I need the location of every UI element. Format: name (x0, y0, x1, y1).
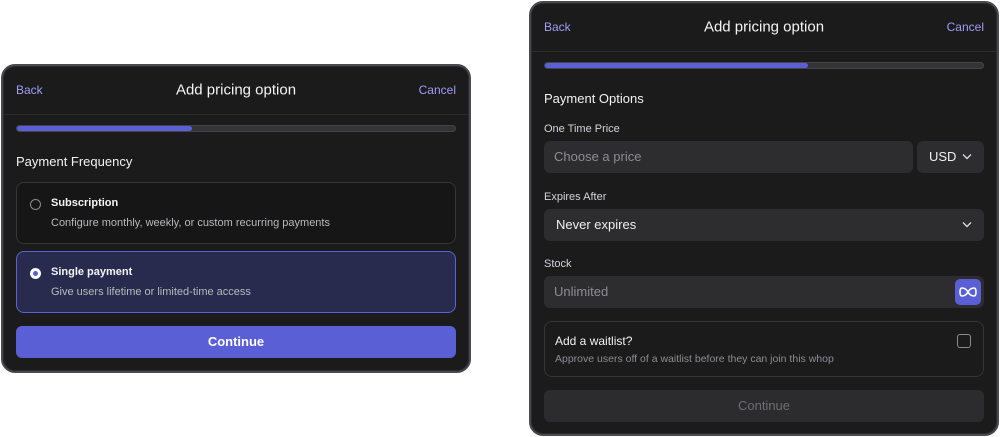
dialog-header: Back Add pricing option Cancel (531, 3, 997, 51)
waitlist-description: Approve users off of a waitlist before t… (555, 353, 834, 365)
stock-label: Stock (544, 258, 572, 270)
progress-bar (16, 125, 456, 132)
header-divider (531, 51, 997, 52)
option-description: Give users lifetime or limited-time acce… (51, 286, 251, 298)
expires-after-label: Expires After (544, 191, 607, 203)
expires-after-select[interactable]: Never expires (544, 209, 984, 241)
cancel-link[interactable]: Cancel (419, 83, 456, 97)
dialog-header: Back Add pricing option Cancel (3, 66, 469, 114)
continue-button[interactable]: Continue (16, 326, 456, 358)
price-placeholder: Choose a price (554, 149, 642, 164)
progress-fill (17, 126, 193, 131)
stock-input[interactable]: Unlimited (544, 276, 984, 308)
currency-select[interactable]: USD (917, 141, 984, 173)
option-description: Configure monthly, weekly, or custom rec… (51, 217, 330, 229)
chevron-down-icon (962, 153, 972, 160)
dialog-title: Add pricing option (175, 81, 297, 99)
option-single-payment[interactable]: Single payment Give users lifetime or li… (16, 251, 456, 313)
waitlist-checkbox[interactable] (957, 334, 971, 348)
waitlist-card: Add a waitlist? Approve users off of a w… (544, 321, 984, 377)
progress-bar (544, 62, 984, 69)
infinity-icon[interactable] (955, 279, 981, 305)
header-divider (3, 114, 469, 115)
price-input[interactable]: Choose a price (544, 141, 913, 173)
section-title: Payment Options (544, 91, 644, 106)
progress-fill (545, 63, 808, 68)
option-title: Subscription (51, 197, 119, 209)
stock-placeholder: Unlimited (554, 284, 609, 299)
cancel-link[interactable]: Cancel (947, 20, 984, 34)
expires-value: Never expires (556, 217, 637, 232)
one-time-price-label: One Time Price (544, 123, 620, 135)
waitlist-title: Add a waitlist? (555, 334, 633, 348)
payment-options-dialog: Back Add pricing option Cancel Payment O… (529, 1, 999, 436)
section-title: Payment Frequency (16, 154, 133, 169)
dialog-title: Add pricing option (703, 18, 825, 36)
currency-value: USD (929, 149, 957, 164)
option-subscription[interactable]: Subscription Configure monthly, weekly, … (16, 182, 456, 244)
chevron-down-icon (962, 221, 972, 228)
pricing-frequency-dialog: Back Add pricing option Cancel Payment F… (1, 64, 471, 373)
option-title: Single payment (51, 266, 133, 278)
radio-icon[interactable] (30, 199, 41, 210)
radio-icon[interactable] (30, 268, 41, 279)
continue-button[interactable]: Continue (544, 390, 984, 422)
